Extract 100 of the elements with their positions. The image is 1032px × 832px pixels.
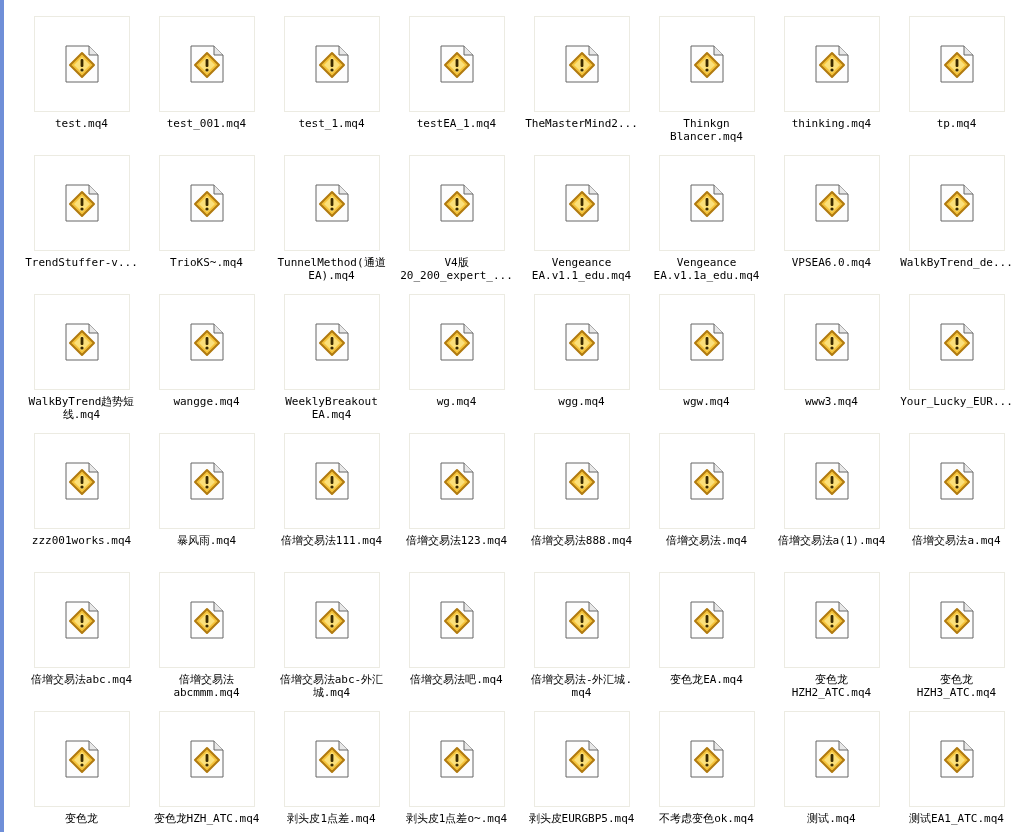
file-name: WalkByTrend趋势短 线.mq4 [28, 395, 135, 421]
file-name: Your_Lucky_EUR... [900, 395, 1013, 408]
file-name: WeeklyBreakout EA.mq4 [285, 395, 378, 421]
file-item[interactable]: thinking.mq4 [769, 16, 894, 155]
file-name: test_001.mq4 [166, 117, 247, 130]
file-item[interactable]: testEA_1.mq4 [394, 16, 519, 155]
warning-file-icon [64, 184, 99, 222]
file-item[interactable]: WeeklyBreakout EA.mq4 [269, 294, 394, 433]
file-item[interactable]: www3.mq4 [769, 294, 894, 433]
file-name: wgg.mq4 [558, 395, 605, 408]
file-item[interactable]: wg.mq4 [394, 294, 519, 433]
warning-file-icon [64, 601, 99, 639]
file-item[interactable]: 变色龙 [19, 711, 144, 832]
warning-file-icon [439, 45, 474, 83]
file-item[interactable]: wangge.mq4 [144, 294, 269, 433]
file-name: 测试.mq4 [807, 812, 856, 825]
file-name: 变色龙 [65, 812, 98, 825]
file-item[interactable]: TheMasterMind2... [519, 16, 644, 155]
file-name: Vengeance EA.v1.1a_edu.mq4 [653, 256, 760, 282]
warning-file-icon [314, 45, 349, 83]
file-item[interactable]: V4版 20_200_expert_... [394, 155, 519, 294]
file-item[interactable]: Vengeance EA.v1.1a_edu.mq4 [644, 155, 769, 294]
file-item[interactable]: TrendStuffer-v... [19, 155, 144, 294]
file-item[interactable]: 不考虑变色ok.mq4 [644, 711, 769, 832]
file-item[interactable]: 剥头皮1点差o~.mq4 [394, 711, 519, 832]
file-item[interactable]: Vengeance EA.v1.1_edu.mq4 [519, 155, 644, 294]
file-item[interactable]: WalkByTrend趋势短 线.mq4 [19, 294, 144, 433]
warning-file-icon [189, 323, 224, 361]
file-item[interactable]: wgw.mq4 [644, 294, 769, 433]
warning-file-icon [939, 601, 974, 639]
file-name: Thinkgn Blancer.mq4 [670, 117, 743, 143]
file-item[interactable]: 倍增交易法888.mq4 [519, 433, 644, 572]
file-item[interactable]: test_001.mq4 [144, 16, 269, 155]
file-name: testEA_1.mq4 [416, 117, 497, 130]
file-name: test_1.mq4 [298, 117, 365, 130]
warning-file-icon [564, 323, 599, 361]
file-item[interactable]: 变色龙 HZH2_ATC.mq4 [769, 572, 894, 711]
file-name: 倍增交易法a.mq4 [912, 534, 1001, 547]
file-item[interactable]: test.mq4 [19, 16, 144, 155]
file-name: test.mq4 [55, 117, 108, 130]
file-name: TunnelMethod(通道 EA).mq4 [277, 256, 386, 282]
file-item[interactable]: Your_Lucky_EUR... [894, 294, 1019, 433]
file-item[interactable]: wgg.mq4 [519, 294, 644, 433]
file-item[interactable]: 测试EA1_ATC.mq4 [894, 711, 1019, 832]
warning-file-icon [439, 740, 474, 778]
file-item[interactable]: 倍增交易法a(1).mq4 [769, 433, 894, 572]
file-item[interactable]: TrioKS~.mq4 [144, 155, 269, 294]
warning-file-icon [814, 45, 849, 83]
warning-file-icon [814, 462, 849, 500]
file-item[interactable]: WalkByTrend_de... [894, 155, 1019, 294]
file-name: thinking.mq4 [791, 117, 872, 130]
file-item[interactable]: 剥头皮1点差.mq4 [269, 711, 394, 832]
file-name: 倍增交易法.mq4 [665, 534, 748, 547]
file-item[interactable]: 倍增交易法111.mq4 [269, 433, 394, 572]
file-name: Vengeance EA.v1.1_edu.mq4 [531, 256, 632, 282]
file-item[interactable]: 暴风雨.mq4 [144, 433, 269, 572]
warning-file-icon [564, 740, 599, 778]
file-name: 剥头皮1点差o~.mq4 [405, 812, 508, 825]
file-item[interactable]: 倍增交易法123.mq4 [394, 433, 519, 572]
file-item[interactable]: 倍增交易法abc-外汇 城.mq4 [269, 572, 394, 711]
warning-file-icon [814, 323, 849, 361]
file-item[interactable]: 测试.mq4 [769, 711, 894, 832]
file-name: 倍增交易法吧.mq4 [410, 673, 503, 686]
file-item[interactable]: test_1.mq4 [269, 16, 394, 155]
file-item[interactable]: zzz001works.mq4 [19, 433, 144, 572]
warning-file-icon [564, 184, 599, 222]
warning-file-icon [189, 601, 224, 639]
file-item[interactable]: 倍增交易法abc.mq4 [19, 572, 144, 711]
warning-file-icon [814, 184, 849, 222]
file-name: 倍增交易法 abcmmm.mq4 [173, 673, 240, 699]
file-item[interactable]: 倍增交易法.mq4 [644, 433, 769, 572]
file-item[interactable]: VPSEA6.0.mq4 [769, 155, 894, 294]
file-item[interactable]: tp.mq4 [894, 16, 1019, 155]
warning-file-icon [564, 601, 599, 639]
file-item[interactable]: TunnelMethod(通道 EA).mq4 [269, 155, 394, 294]
file-name: 剥头皮1点差.mq4 [287, 812, 376, 825]
file-name: www3.mq4 [805, 395, 858, 408]
warning-file-icon [939, 740, 974, 778]
warning-file-icon [689, 462, 724, 500]
file-name: zzz001works.mq4 [31, 534, 132, 547]
file-item[interactable]: 倍增交易法a.mq4 [894, 433, 1019, 572]
file-item[interactable]: 倍增交易法-外汇城. mq4 [519, 572, 644, 711]
warning-file-icon [689, 323, 724, 361]
file-item[interactable]: 变色龙HZH_ATC.mq4 [144, 711, 269, 832]
warning-file-icon [189, 740, 224, 778]
warning-file-icon [439, 323, 474, 361]
file-name: 倍增交易法111.mq4 [280, 534, 383, 547]
file-name: 变色龙HZH_ATC.mq4 [153, 812, 260, 825]
file-name: V4版 20_200_expert_... [400, 256, 513, 282]
warning-file-icon [564, 462, 599, 500]
warning-file-icon [64, 740, 99, 778]
file-item[interactable]: 倍增交易法 abcmmm.mq4 [144, 572, 269, 711]
file-item[interactable]: 变色龙EA.mq4 [644, 572, 769, 711]
file-item[interactable]: 倍增交易法吧.mq4 [394, 572, 519, 711]
file-item[interactable]: Thinkgn Blancer.mq4 [644, 16, 769, 155]
warning-file-icon [689, 601, 724, 639]
file-item[interactable]: 变色龙 HZH3_ATC.mq4 [894, 572, 1019, 711]
warning-file-icon [939, 184, 974, 222]
file-item[interactable]: 剥头皮EURGBP5.mq4 [519, 711, 644, 832]
file-name: 倍增交易法-外汇城. mq4 [530, 673, 633, 699]
